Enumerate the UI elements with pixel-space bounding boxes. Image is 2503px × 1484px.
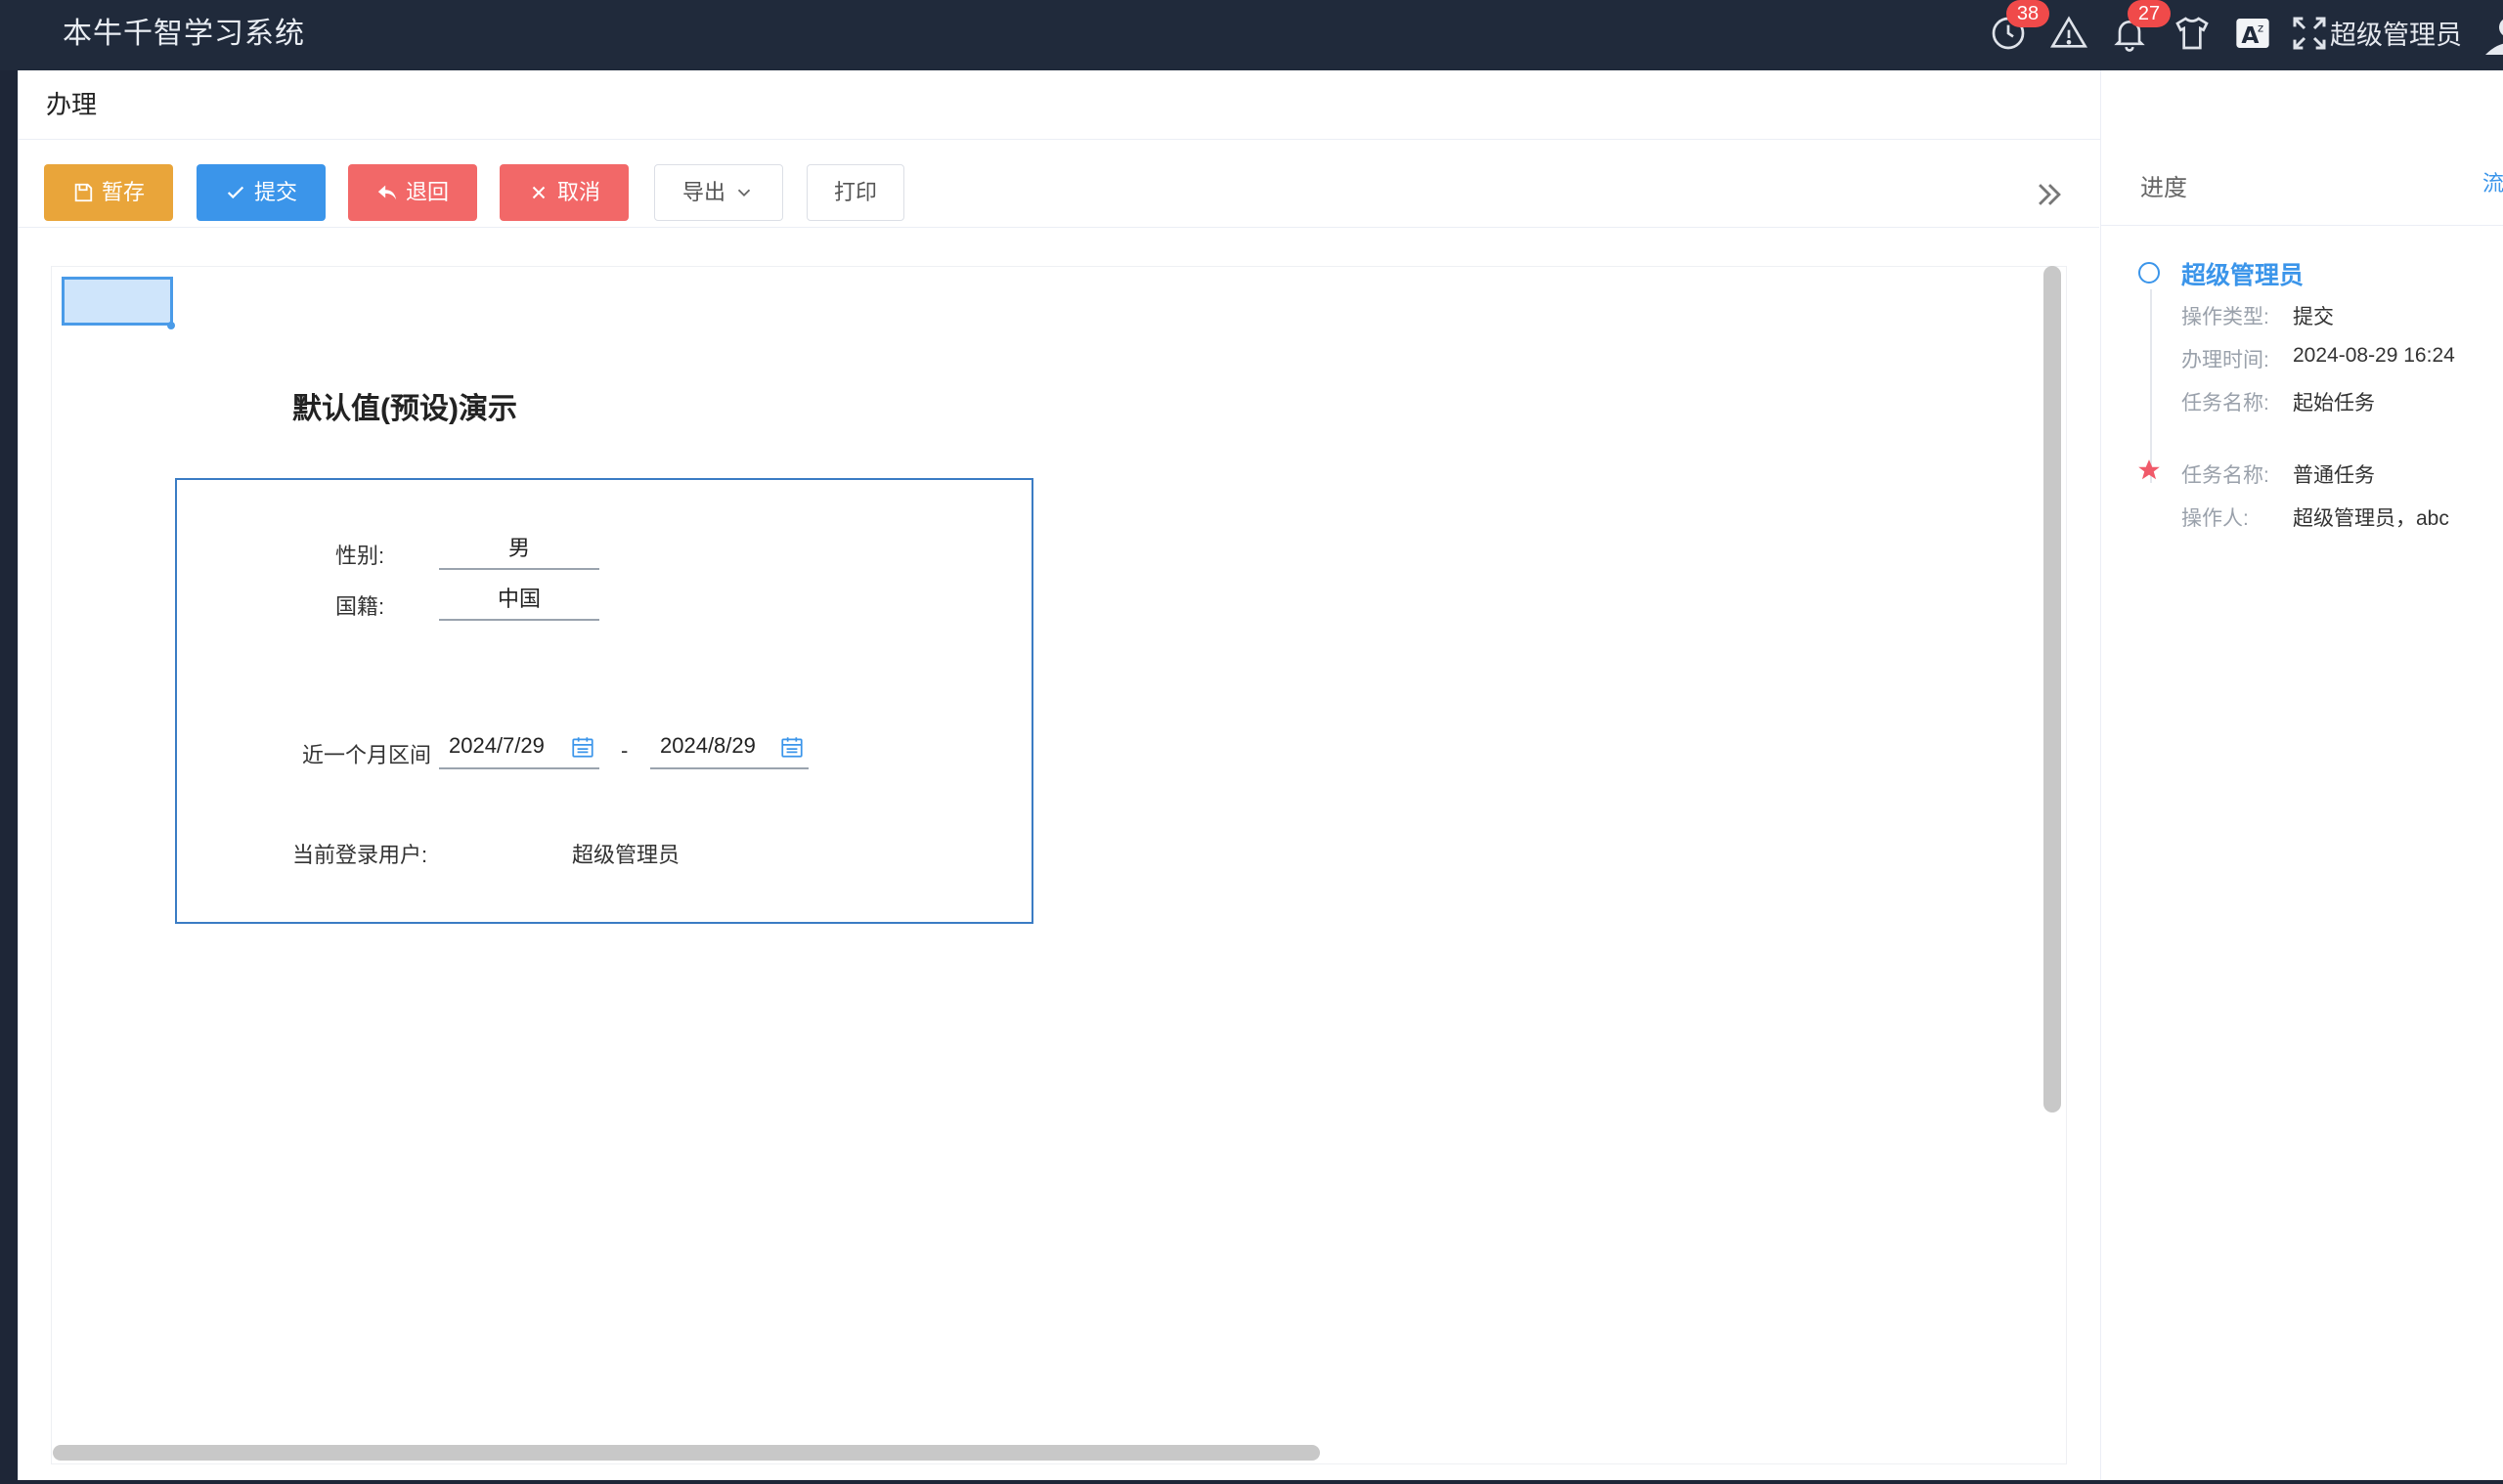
range-end-value: 2024/8/29 <box>660 733 756 758</box>
nationality-label: 国籍: <box>335 594 385 619</box>
task-name-value-2: 普通任务 <box>2293 464 2375 487</box>
form-box: 性别: 男 国籍: 中国 近一个月区间 2024/7/29 - 2024/8/2… <box>175 478 1033 924</box>
step-user-name: 超级管理员 <box>2181 262 2305 289</box>
bell-badge: 27 <box>2128 0 2171 27</box>
range-end-input[interactable]: 2024/8/29 <box>650 724 809 769</box>
nationality-field[interactable]: 中国 <box>439 580 599 621</box>
timeline-line <box>2150 289 2152 483</box>
return-button[interactable]: 退回 <box>348 164 477 221</box>
progress-panel: 进度 流 超级管理员 操作类型: 提交 办理时间: 2024-08-29 16:… <box>2100 70 2503 1480</box>
vertical-scrollbar[interactable] <box>2043 266 2061 1113</box>
current-user-label: 当前登录用户: <box>292 843 428 867</box>
action-toolbar: 暂存 提交 退回 取消 导出 打印 <box>19 139 2099 228</box>
op-type-value: 提交 <box>2293 306 2334 328</box>
star-icon <box>2136 458 2162 483</box>
clock-badge: 38 <box>2006 0 2049 27</box>
horizontal-scrollbar[interactable] <box>53 1445 1320 1461</box>
progress-header: 进度 流 <box>2101 141 2503 226</box>
op-type-key: 操作类型: <box>2181 306 2269 328</box>
export-dropdown[interactable]: 导出 <box>654 164 783 221</box>
header-user-name[interactable]: 超级管理员 <box>2330 11 2462 60</box>
svg-text:A: A <box>2241 22 2259 49</box>
print-button[interactable]: 打印 <box>807 164 904 221</box>
gender-field[interactable]: 男 <box>439 529 599 570</box>
operator-value: 超级管理员，abc <box>2293 507 2449 530</box>
date-range-label: 近一个月区间 <box>302 743 432 767</box>
return-label: 退回 <box>405 180 449 204</box>
floppy-icon <box>74 183 93 202</box>
warning-icon[interactable] <box>2049 14 2088 53</box>
chevron-down-icon <box>737 189 751 197</box>
gender-label: 性别: <box>335 544 385 568</box>
font-size-icon[interactable]: Az <box>2233 14 2272 53</box>
handle-time-value: 2024-08-29 16:24 <box>2293 344 2455 367</box>
task-name-key-2: 任务名称: <box>2181 464 2269 487</box>
save-draft-label: 暂存 <box>101 180 145 204</box>
check-icon <box>227 186 244 199</box>
submit-button[interactable]: 提交 <box>197 164 326 221</box>
user-avatar-icon[interactable] <box>2485 16 2503 55</box>
cancel-label: 取消 <box>556 180 600 204</box>
double-chevron-right-icon[interactable] <box>2033 178 2066 211</box>
save-draft-button[interactable]: 暂存 <box>44 164 173 221</box>
close-icon <box>532 186 546 199</box>
cancel-button[interactable]: 取消 <box>500 164 629 221</box>
top-bar: 本牛千智学习系统 38 27 Az 超级管理员 <box>0 0 2503 70</box>
handle-time-key: 办理时间: <box>2181 349 2269 371</box>
submit-label: 提交 <box>253 180 297 204</box>
calendar-icon[interactable] <box>779 734 805 760</box>
bell-icon[interactable]: 27 <box>2110 0 2171 53</box>
task-name-value: 起始任务 <box>2293 392 2375 415</box>
page-title: 办理 <box>46 90 98 119</box>
form-canvas: 默认值(预设)演示 性别: 男 国籍: 中国 近一个月区间 2024/7/29 … <box>51 266 2067 1464</box>
print-label: 打印 <box>833 180 877 204</box>
shirt-icon[interactable] <box>2173 14 2212 53</box>
task-name-key: 任务名称: <box>2181 392 2269 415</box>
reply-icon <box>377 185 397 200</box>
operator-key: 操作人: <box>2181 507 2249 530</box>
export-label: 导出 <box>681 180 725 204</box>
app-title: 本牛千智学习系统 <box>63 18 305 50</box>
fullscreen-icon[interactable] <box>2290 14 2329 53</box>
range-start-input[interactable]: 2024/7/29 <box>439 724 599 769</box>
calendar-icon[interactable] <box>570 734 595 760</box>
current-user-value: 超级管理员 <box>572 843 681 867</box>
date-range-separator: - <box>621 738 629 763</box>
svg-text:z: z <box>2258 21 2263 34</box>
form-heading: 默认值(预设)演示 <box>292 393 517 425</box>
range-start-value: 2024/7/29 <box>449 733 545 758</box>
selected-cell[interactable] <box>62 277 173 326</box>
clock-icon[interactable]: 38 <box>1989 0 2049 53</box>
progress-title: 进度 <box>2140 175 2187 201</box>
selection-handle[interactable] <box>167 322 175 329</box>
timeline-circle-icon <box>2138 262 2160 284</box>
flow-link[interactable]: 流 <box>2482 166 2503 197</box>
